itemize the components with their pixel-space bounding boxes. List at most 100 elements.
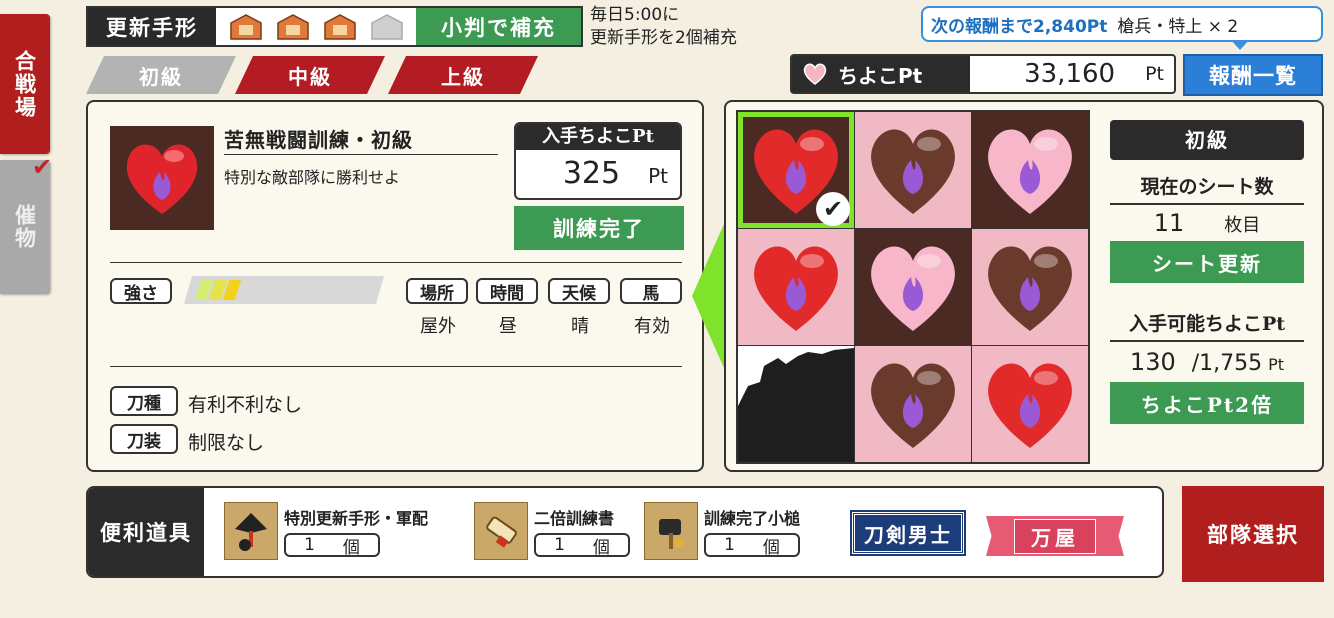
heart-chocolate-icon — [988, 129, 1072, 214]
touken-danshi-button[interactable]: 刀剣男士 — [850, 510, 966, 556]
mallet-icon — [644, 502, 698, 560]
sheet-cell[interactable] — [855, 229, 971, 345]
yorozuya-button[interactable]: 万屋 — [986, 516, 1124, 556]
pass-token-icon — [227, 13, 265, 41]
gain-points-label: 入手ちよこPt — [516, 124, 680, 150]
tool-count-value: 1 — [724, 535, 735, 555]
sheet-cell[interactable] — [972, 229, 1088, 345]
heart-chocolate-icon — [988, 363, 1072, 448]
condition-label-horse: 馬 — [620, 278, 682, 304]
training-complete-button[interactable]: 訓練完了 — [514, 206, 684, 250]
gain-points-value-row: 325 Pt — [516, 150, 680, 191]
condition-value-time: 昼 — [499, 316, 517, 337]
available-points-total: /1,755 — [1191, 351, 1263, 376]
condition-value-weather: 晴 — [571, 316, 589, 337]
next-reward-points: 次の報酬まで2,840Pt — [931, 16, 1108, 37]
sheet-cell[interactable] — [738, 229, 854, 345]
sheet-level-label: 初級 — [1110, 120, 1304, 160]
sword-type-value: 有利不利なし — [188, 394, 303, 416]
renewal-pass-bar: 更新手形 小判で補充 — [86, 6, 583, 47]
choco-points-value: 33,160 — [1024, 59, 1116, 89]
divider — [110, 262, 682, 263]
unit-select-button[interactable]: 部隊選択 — [1182, 486, 1324, 582]
tab-advanced[interactable]: 上級 — [388, 56, 538, 94]
tool-name: 特別更新手形・軍配 — [284, 509, 429, 528]
war-fan-icon — [224, 502, 278, 560]
tab-beginner[interactable]: 初級 — [86, 56, 236, 94]
equipment-label: 刀装 — [110, 424, 178, 454]
tool-count-unit: 個 — [342, 537, 360, 558]
tool-count: 1 個 — [534, 533, 630, 558]
heart-chocolate-icon — [871, 363, 955, 448]
heart-chocolate-icon — [871, 246, 955, 331]
sheet-refresh-button[interactable]: シート更新 — [1110, 241, 1304, 283]
sheet-cell[interactable] — [855, 112, 971, 228]
tool-count-value: 1 — [554, 535, 565, 555]
strength-gauge — [184, 276, 384, 304]
sheet-cell[interactable] — [738, 346, 854, 462]
sheet-panel: ✔ 初級 現在のシート数 11 枚目 シート更新 入手可能ちよこPt 130 /… — [724, 100, 1324, 472]
scroll-icon — [474, 502, 528, 560]
sheet-grid: ✔ — [736, 110, 1090, 464]
tool-special-pass[interactable]: 特別更新手形・軍配 1 個 — [224, 502, 428, 560]
available-points-unit: Pt — [1268, 355, 1285, 374]
next-reward-item: 槍兵・特上 × 2 — [1117, 16, 1239, 37]
heart-icon — [803, 63, 827, 85]
condition-value-location: 屋外 — [420, 316, 456, 337]
choco-points-label-box: ちよこPt — [792, 56, 970, 92]
checkmark-icon: ✔ — [32, 153, 53, 181]
sword-type-label: 刀種 — [110, 386, 178, 416]
gain-points-value: 325 — [562, 156, 621, 191]
tool-double-scroll[interactable]: 二倍訓練書 1 個 — [474, 502, 630, 560]
equipment-value: 制限なし — [188, 432, 265, 454]
side-tab-battlefield[interactable]: 合戦場 — [0, 14, 50, 154]
refill-note-line2: 更新手形を2個補充 — [590, 28, 737, 48]
renewal-pass-label: 更新手形 — [88, 8, 216, 45]
mission-heart-icon — [110, 126, 214, 230]
refill-with-koban-button[interactable]: 小判で補充 — [416, 8, 581, 45]
refill-note: 毎日5:00に 更新手形を2個補充 — [590, 4, 737, 50]
tools-label: 便利道具 — [88, 488, 204, 576]
mission-title: 苦無戦闘訓練・初級 — [224, 128, 413, 152]
reward-list-button[interactable]: 報酬一覧 — [1183, 54, 1323, 96]
yorozuya-label: 万屋 — [1014, 518, 1096, 554]
condition-label-weather: 天候 — [548, 278, 610, 304]
choco-points-unit: Pt — [1145, 63, 1164, 85]
cleared-check-icon: ✔ — [816, 192, 850, 226]
pass-token-icon — [274, 13, 312, 41]
sheet-cell[interactable] — [972, 346, 1088, 462]
tool-count: 1 個 — [284, 533, 380, 558]
condition-label-time: 時間 — [476, 278, 538, 304]
next-reward-bubble: 次の報酬まで2,840Pt 槍兵・特上 × 2 — [921, 6, 1323, 50]
available-points-row: 130 /1,755 Pt — [1110, 348, 1304, 376]
boss-silhouette-icon — [738, 348, 854, 462]
tools-bar: 便利道具 特別更新手形・軍配 1 個 二倍訓練書 1 個 訓練完了小槌 1 個 … — [86, 486, 1164, 578]
sheet-count-value: 11 — [1153, 209, 1185, 237]
tool-name: 二倍訓練書 — [534, 509, 615, 528]
divider — [110, 366, 682, 367]
tool-count-unit: 個 — [592, 537, 610, 558]
choco-points-label: ちよこPt — [838, 63, 923, 88]
sheet-count-unit: 枚目 — [1224, 215, 1261, 236]
sheet-info: 初級 現在のシート数 11 枚目 シート更新 入手可能ちよこPt 130 /1,… — [1110, 120, 1304, 424]
choco-points-value-box: 33,160 Pt — [970, 56, 1174, 92]
tool-complete-mallet[interactable]: 訓練完了小槌 1 個 — [644, 502, 800, 560]
tool-count-value: 1 — [304, 535, 315, 555]
strength-label: 強さ — [110, 278, 172, 304]
available-points-label: 入手可能ちよこPt — [1110, 309, 1304, 342]
sheet-cell[interactable]: ✔ — [738, 112, 854, 228]
double-points-button[interactable]: ちよこPt2倍 — [1110, 382, 1304, 424]
mission-panel: 苦無戦闘訓練・初級 特別な敵部隊に勝利せよ 入手ちよこPt 325 Pt 訓練完… — [86, 100, 704, 472]
condition-value-horse: 有効 — [634, 316, 670, 337]
refill-note-line1: 毎日5:00に — [590, 5, 680, 25]
available-points-current: 130 — [1129, 348, 1176, 376]
sheet-cell[interactable] — [855, 346, 971, 462]
tool-name: 訓練完了小槌 — [704, 509, 801, 528]
gain-points-box: 入手ちよこPt 325 Pt — [514, 122, 682, 200]
tool-count-unit: 個 — [762, 537, 780, 558]
choco-points-bar: ちよこPt 33,160 Pt — [790, 54, 1176, 94]
tab-intermediate[interactable]: 中級 — [235, 56, 385, 94]
mission-description: 特別な敵部隊に勝利せよ — [224, 168, 401, 187]
heart-chocolate-icon — [871, 129, 955, 214]
sheet-cell[interactable] — [972, 112, 1088, 228]
